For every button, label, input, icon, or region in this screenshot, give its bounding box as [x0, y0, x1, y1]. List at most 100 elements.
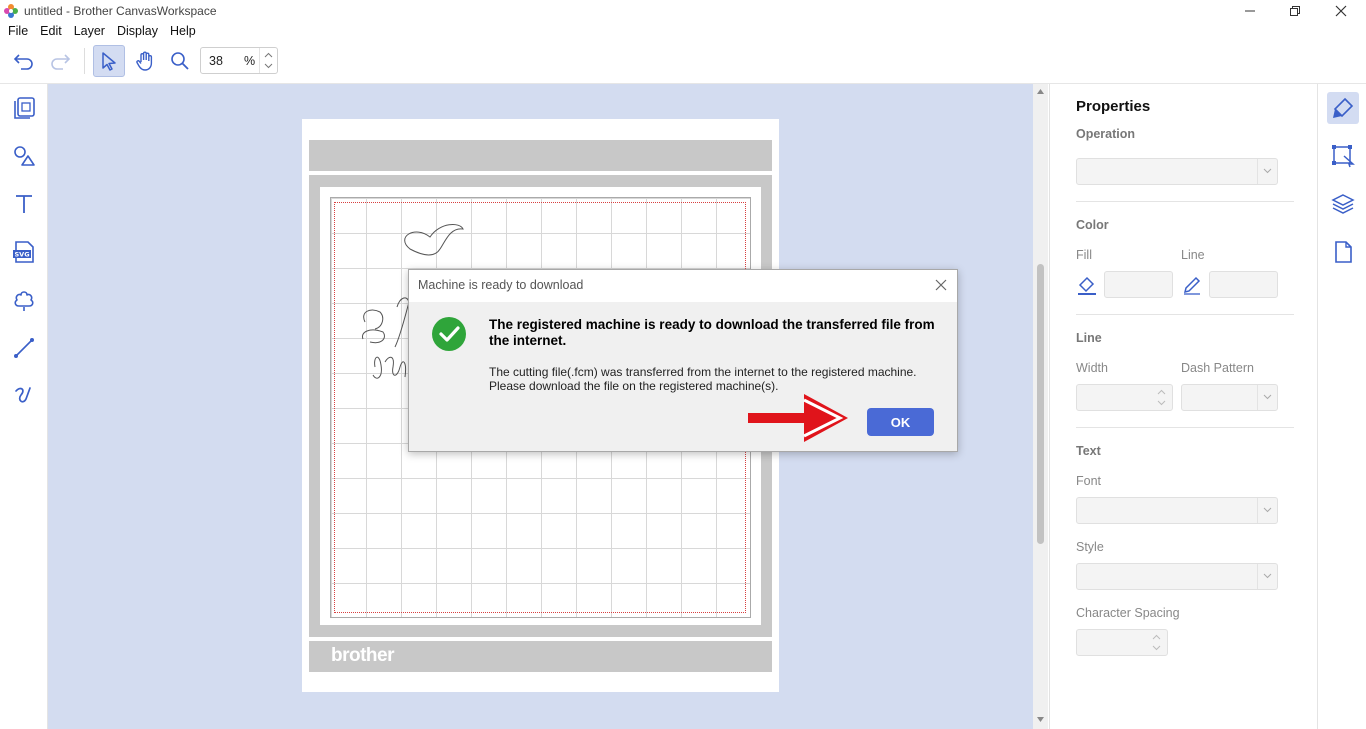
dialog-body: The registered machine is ready to downl…: [409, 302, 957, 451]
annotation-arrow-icon: [748, 394, 848, 442]
zoom-value: 38: [209, 54, 223, 68]
color-label: Color: [1076, 218, 1109, 232]
menu-file[interactable]: File: [4, 22, 32, 40]
edit-tab-button[interactable]: [1327, 92, 1359, 124]
font-label: Font: [1076, 474, 1102, 488]
mat-top-strip: [309, 140, 772, 171]
dialog-message-line2: Please download the file on the register…: [489, 379, 779, 393]
menu-help[interactable]: Help: [166, 22, 200, 40]
hand-icon: [136, 51, 153, 71]
close-icon: [1335, 5, 1347, 17]
redo-button[interactable]: [44, 45, 76, 77]
left-toolbar: SVG: [0, 84, 48, 729]
width-label: Width: [1076, 361, 1108, 375]
chevron-down-icon: [1263, 573, 1272, 579]
text-section-label: Text: [1076, 444, 1101, 458]
operation-select[interactable]: [1076, 158, 1278, 185]
minimize-button[interactable]: [1227, 0, 1273, 22]
transform-tab-button[interactable]: [1327, 140, 1359, 172]
zoom-input[interactable]: 38 %: [200, 47, 278, 74]
line-color-label: Line: [1181, 248, 1205, 262]
style-select[interactable]: [1076, 563, 1278, 590]
pointer-icon: [102, 52, 116, 71]
page-icon: [1335, 241, 1352, 263]
dialog-message-line1: The cutting file(.fcm) was transferred f…: [489, 365, 917, 379]
minimize-icon: [1245, 10, 1255, 12]
line-color-swatch[interactable]: [1209, 271, 1278, 298]
success-check-icon: [432, 317, 466, 351]
chevron-up-icon[interactable]: [1152, 634, 1161, 640]
menu-bar: File Edit Layer Display Help: [0, 22, 1366, 40]
chevron-down-icon[interactable]: [264, 63, 273, 69]
dialog-title: Machine is ready to download: [418, 278, 584, 292]
fill-bucket-icon: [1078, 276, 1096, 295]
ok-button[interactable]: OK: [867, 408, 934, 436]
chevron-up-icon[interactable]: [264, 52, 273, 58]
pages-tool-button[interactable]: [8, 92, 40, 124]
dash-pattern-select[interactable]: [1181, 384, 1278, 411]
character-spacing-label: Character Spacing: [1076, 606, 1180, 620]
line-tool-button[interactable]: [8, 332, 40, 364]
shapes-icon: [14, 146, 35, 166]
scroll-up-icon[interactable]: [1036, 88, 1045, 95]
download-ready-dialog: Machine is ready to download The registe…: [408, 269, 958, 452]
fill-color-swatch[interactable]: [1104, 271, 1173, 298]
window-title: untitled - Brother CanvasWorkspace: [24, 4, 217, 18]
layers-icon: [1331, 194, 1355, 214]
app-logo-icon: [4, 4, 18, 18]
shapes-tool-button[interactable]: [8, 140, 40, 172]
restore-icon: [1290, 6, 1300, 16]
font-select[interactable]: [1076, 497, 1278, 524]
close-button[interactable]: [1318, 0, 1364, 22]
dialog-message: The cutting file(.fcm) was transferred f…: [489, 365, 939, 393]
properties-title: Properties: [1076, 98, 1151, 115]
toolbar-separator: [84, 48, 85, 74]
right-toolbar: [1317, 84, 1366, 729]
character-spacing-stepper[interactable]: [1076, 629, 1168, 656]
zoom-tool-button[interactable]: [164, 45, 196, 77]
undo-icon: [13, 54, 33, 70]
dialog-heading: The registered machine is ready to downl…: [489, 317, 935, 348]
operation-label: Operation: [1076, 127, 1136, 141]
page-tab-button[interactable]: [1327, 236, 1359, 268]
scroll-down-icon[interactable]: [1036, 716, 1045, 723]
line-width-stepper[interactable]: [1076, 384, 1173, 411]
layers-tab-button[interactable]: [1327, 188, 1359, 220]
text-tool-button[interactable]: [8, 188, 40, 220]
undo-button[interactable]: [8, 45, 40, 77]
style-label: Style: [1076, 540, 1104, 554]
chevron-down-icon[interactable]: [1157, 400, 1166, 406]
menu-edit[interactable]: Edit: [36, 22, 66, 40]
brand-logo: brother: [331, 645, 395, 666]
hand-tool-button[interactable]: [129, 45, 161, 77]
chevron-up-icon[interactable]: [1157, 389, 1166, 395]
magnifier-icon: [171, 52, 189, 70]
text-icon: [16, 195, 32, 213]
close-icon[interactable]: [933, 277, 949, 293]
divider: [1076, 427, 1294, 428]
zoom-stepper[interactable]: [259, 48, 277, 73]
select-tool-button[interactable]: [93, 45, 125, 77]
cloud-shape-icon: [14, 291, 34, 311]
dash-pattern-label: Dash Pattern: [1181, 361, 1254, 375]
title-bar: untitled - Brother CanvasWorkspace: [0, 0, 1366, 22]
edit-brush-icon: [1333, 97, 1354, 118]
scrollbar-thumb[interactable]: [1037, 264, 1044, 544]
svg-import-button[interactable]: SVG: [8, 236, 40, 268]
divider: [1076, 201, 1294, 202]
restore-button[interactable]: [1272, 0, 1318, 22]
menu-layer[interactable]: Layer: [70, 22, 109, 40]
canvas-scrollbar[interactable]: [1033, 84, 1048, 729]
cloud-shape-button[interactable]: [8, 284, 40, 316]
line-pen-icon: [1183, 276, 1201, 295]
line-section-label: Line: [1076, 331, 1102, 345]
chevron-down-icon[interactable]: [1152, 645, 1161, 651]
svg-import-icon: SVG: [13, 241, 34, 263]
transform-select-icon: [1332, 145, 1355, 168]
divider: [1076, 314, 1294, 315]
mat-bottom-strip: brother: [309, 641, 772, 672]
menu-display[interactable]: Display: [113, 22, 162, 40]
freehand-icon: [15, 387, 31, 403]
freehand-tool-button[interactable]: [8, 380, 40, 412]
chevron-down-icon: [1263, 507, 1272, 513]
